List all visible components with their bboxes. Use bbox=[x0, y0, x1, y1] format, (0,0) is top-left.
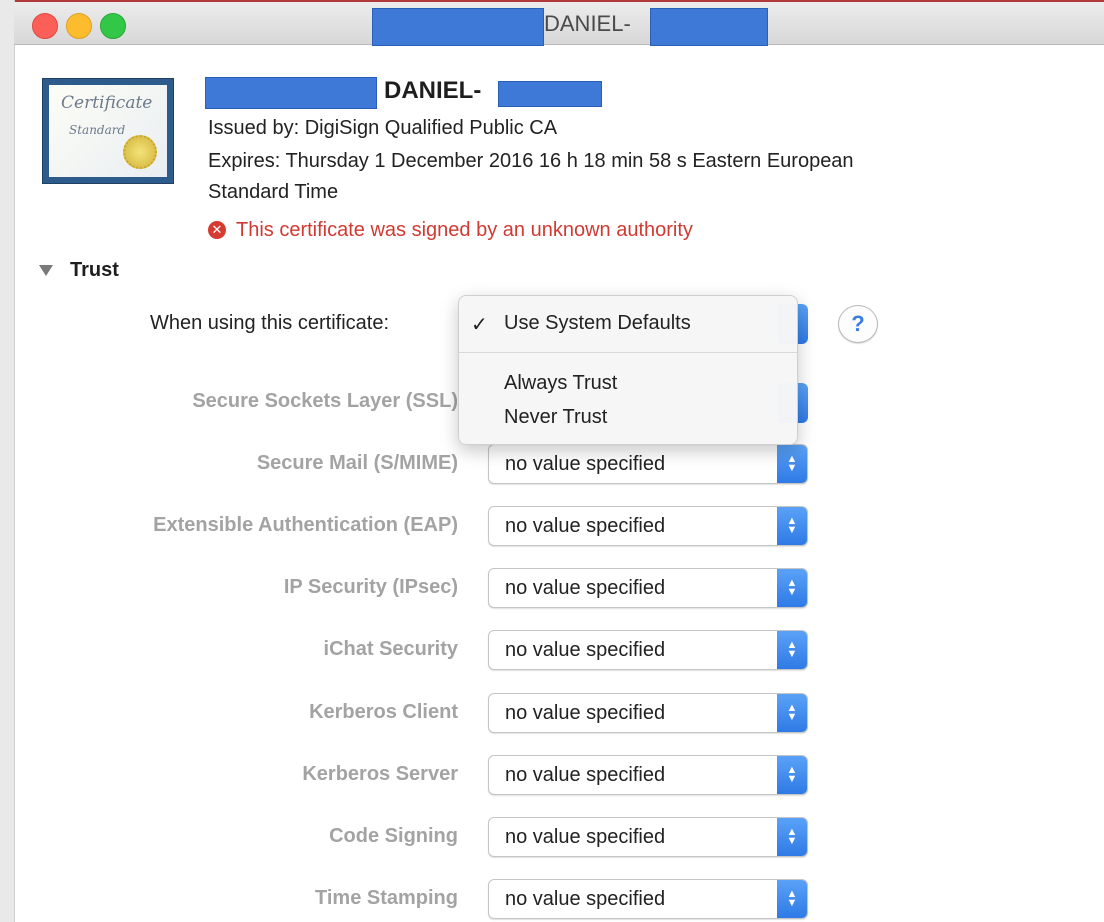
popup-value: no value specified bbox=[505, 702, 666, 724]
expires-text-continued: Standard Time bbox=[208, 181, 339, 203]
up-down-chevron-icon: ▲ ▼ bbox=[777, 818, 807, 856]
up-down-chevron-icon: ▲ ▼ bbox=[777, 507, 807, 545]
popup-value: no value specified bbox=[505, 639, 666, 661]
trust-row-label: Code Signing bbox=[329, 825, 458, 847]
certificate-name-redaction bbox=[498, 81, 602, 107]
ipsec-popup[interactable]: no value specified ▲ ▼ bbox=[488, 568, 808, 608]
popup-value: no value specified bbox=[505, 515, 666, 537]
trust-row-label: Extensible Authentication (EAP) bbox=[153, 514, 458, 536]
close-window-button[interactable] bbox=[32, 13, 58, 39]
certificate-icon: Certificate Standard bbox=[42, 78, 174, 184]
trust-section-header[interactable]: Trust bbox=[70, 259, 119, 282]
expires-text: Expires: Thursday 1 December 2016 16 h 1… bbox=[208, 150, 854, 172]
up-down-chevron-icon: ▲ ▼ bbox=[777, 756, 807, 794]
popup-value: no value specified bbox=[505, 888, 666, 910]
help-button[interactable]: ? bbox=[838, 305, 878, 343]
background-window-strip bbox=[0, 0, 15, 922]
up-down-chevron-icon: ▲ ▼ bbox=[777, 631, 807, 669]
trust-row-label: iChat Security bbox=[323, 638, 458, 660]
trust-policy-menu: ✓ Use System Defaults Always Trust Never… bbox=[458, 295, 798, 445]
disclosure-triangle-icon[interactable] bbox=[39, 265, 53, 276]
popup-value: no value specified bbox=[505, 577, 666, 599]
up-down-chevron-icon: ▲ ▼ bbox=[777, 880, 807, 918]
zoom-window-button[interactable] bbox=[100, 13, 126, 39]
untrusted-warning: This certificate was signed by an unknow… bbox=[236, 219, 693, 241]
kerberos-client-popup[interactable]: no value specified ▲ ▼ bbox=[488, 693, 808, 733]
title-redaction-block bbox=[650, 8, 768, 46]
trust-row-label: Kerberos Server bbox=[302, 763, 458, 785]
menu-item-never-trust[interactable]: Never Trust bbox=[504, 406, 607, 429]
menu-item-always-trust[interactable]: Always Trust bbox=[504, 372, 617, 395]
seal-icon bbox=[123, 135, 157, 169]
kerberos-server-popup[interactable]: no value specified ▲ ▼ bbox=[488, 755, 808, 795]
eap-popup[interactable]: no value specified ▲ ▼ bbox=[488, 506, 808, 546]
ichat-popup[interactable]: no value specified ▲ ▼ bbox=[488, 630, 808, 670]
checkmark-icon: ✓ bbox=[471, 314, 488, 336]
trust-row-label: Time Stamping bbox=[315, 887, 458, 909]
trust-row-label: Secure Sockets Layer (SSL) bbox=[192, 390, 458, 412]
window-title: DANIEL- bbox=[544, 11, 631, 36]
code-signing-popup[interactable]: no value specified ▲ ▼ bbox=[488, 817, 808, 857]
trust-row-label: Secure Mail (S/MIME) bbox=[256, 452, 458, 474]
up-down-chevron-icon: ▲ ▼ bbox=[777, 694, 807, 732]
certificate-name-redaction bbox=[205, 77, 377, 109]
certificate-icon-title: Certificate bbox=[61, 93, 153, 113]
menu-item-use-system-defaults[interactable]: Use System Defaults bbox=[504, 312, 691, 335]
menu-separator bbox=[459, 352, 797, 353]
minimize-window-button[interactable] bbox=[66, 13, 92, 39]
popup-value: no value specified bbox=[505, 453, 666, 475]
up-down-chevron-icon: ▲ ▼ bbox=[777, 445, 807, 483]
certificate-icon-subtitle: Standard bbox=[69, 123, 126, 137]
trust-row-label: IP Security (IPsec) bbox=[283, 576, 458, 598]
certificate-name: DANIEL- bbox=[384, 77, 482, 104]
trust-row-label: Kerberos Client bbox=[309, 701, 458, 723]
smime-popup[interactable]: no value specified ▲ ▼ bbox=[488, 444, 808, 484]
popup-value: no value specified bbox=[505, 826, 666, 848]
issued-by-text: Issued by: DigiSign Qualified Public CA bbox=[208, 117, 558, 139]
title-bar: DANIEL- bbox=[14, 2, 1104, 46]
time-stamping-popup[interactable]: no value specified ▲ ▼ bbox=[488, 879, 808, 919]
x-circle-icon: ✕ bbox=[208, 221, 226, 239]
when-using-label: When using this certificate: bbox=[150, 312, 389, 334]
popup-value: no value specified bbox=[505, 764, 666, 786]
title-redaction-block bbox=[372, 8, 544, 46]
up-down-chevron-icon: ▲ ▼ bbox=[777, 569, 807, 607]
